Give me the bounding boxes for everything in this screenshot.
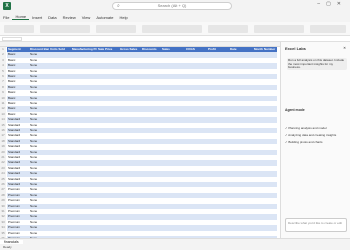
status-text: Ready <box>3 245 12 249</box>
menu-bar: File Home Insert Data Review View Automate Help <box>0 12 350 22</box>
search-placeholder: Search (Alt + Q) <box>157 3 187 8</box>
menu-help[interactable]: Help <box>116 15 130 20</box>
step-list: ✓ Planning analysis and model ✓ Analyzing… <box>285 126 347 147</box>
ribbon-group[interactable] <box>254 25 304 33</box>
ribbon-group[interactable] <box>310 25 346 33</box>
excel-window: X ⌕ Search (Alt + Q) –▢✕ File Home Insert D… <box>0 0 350 250</box>
user-message: Run a full analysis on this dataset. Inc… <box>287 58 347 70</box>
agent-mode-label: Agent mode <box>285 108 305 112</box>
menu-insert[interactable]: Insert <box>29 15 45 20</box>
search-box[interactable]: ⌕ Search (Alt + Q) <box>112 2 232 10</box>
agent-step: ✓ Planning analysis and model <box>285 126 327 130</box>
prompt-input[interactable]: Describe what you'd like to create or ed… <box>285 218 347 232</box>
menu-data[interactable]: Data <box>45 15 59 20</box>
status-bar: Ready <box>0 244 350 250</box>
excel-logo-icon: X <box>3 2 11 10</box>
ribbon <box>0 22 350 36</box>
agent-step: ✓ Building pivots and charts <box>285 140 323 144</box>
menu-automate[interactable]: Automate <box>93 15 116 20</box>
ribbon-group[interactable] <box>40 25 90 33</box>
ribbon-group[interactable] <box>4 25 34 33</box>
copilot-panel: Excel Labs ✕ Run a full analysis on this… <box>280 42 350 238</box>
ribbon-group[interactable] <box>96 25 136 33</box>
menu-home[interactable]: Home <box>12 14 30 20</box>
agent-step: ✓ Analyzing data and creating insights <box>285 133 337 137</box>
ribbon-group[interactable] <box>142 25 202 33</box>
ribbon-group[interactable] <box>208 25 248 33</box>
name-box[interactable] <box>2 37 22 41</box>
search-icon: ⌕ <box>117 3 120 9</box>
menu-view[interactable]: View <box>79 15 94 20</box>
window-controls[interactable]: –▢✕ <box>317 1 347 7</box>
close-icon[interactable]: ✕ <box>343 46 346 50</box>
spreadsheet-grid[interactable]: 1SegmentDiscount BandUnits SoldManufactu… <box>0 42 280 238</box>
panel-title: Excel Labs <box>285 46 306 51</box>
title-bar: X ⌕ Search (Alt + Q) –▢✕ <box>0 0 350 12</box>
menu-review[interactable]: Review <box>60 15 79 20</box>
menu-file[interactable]: File <box>0 15 12 20</box>
